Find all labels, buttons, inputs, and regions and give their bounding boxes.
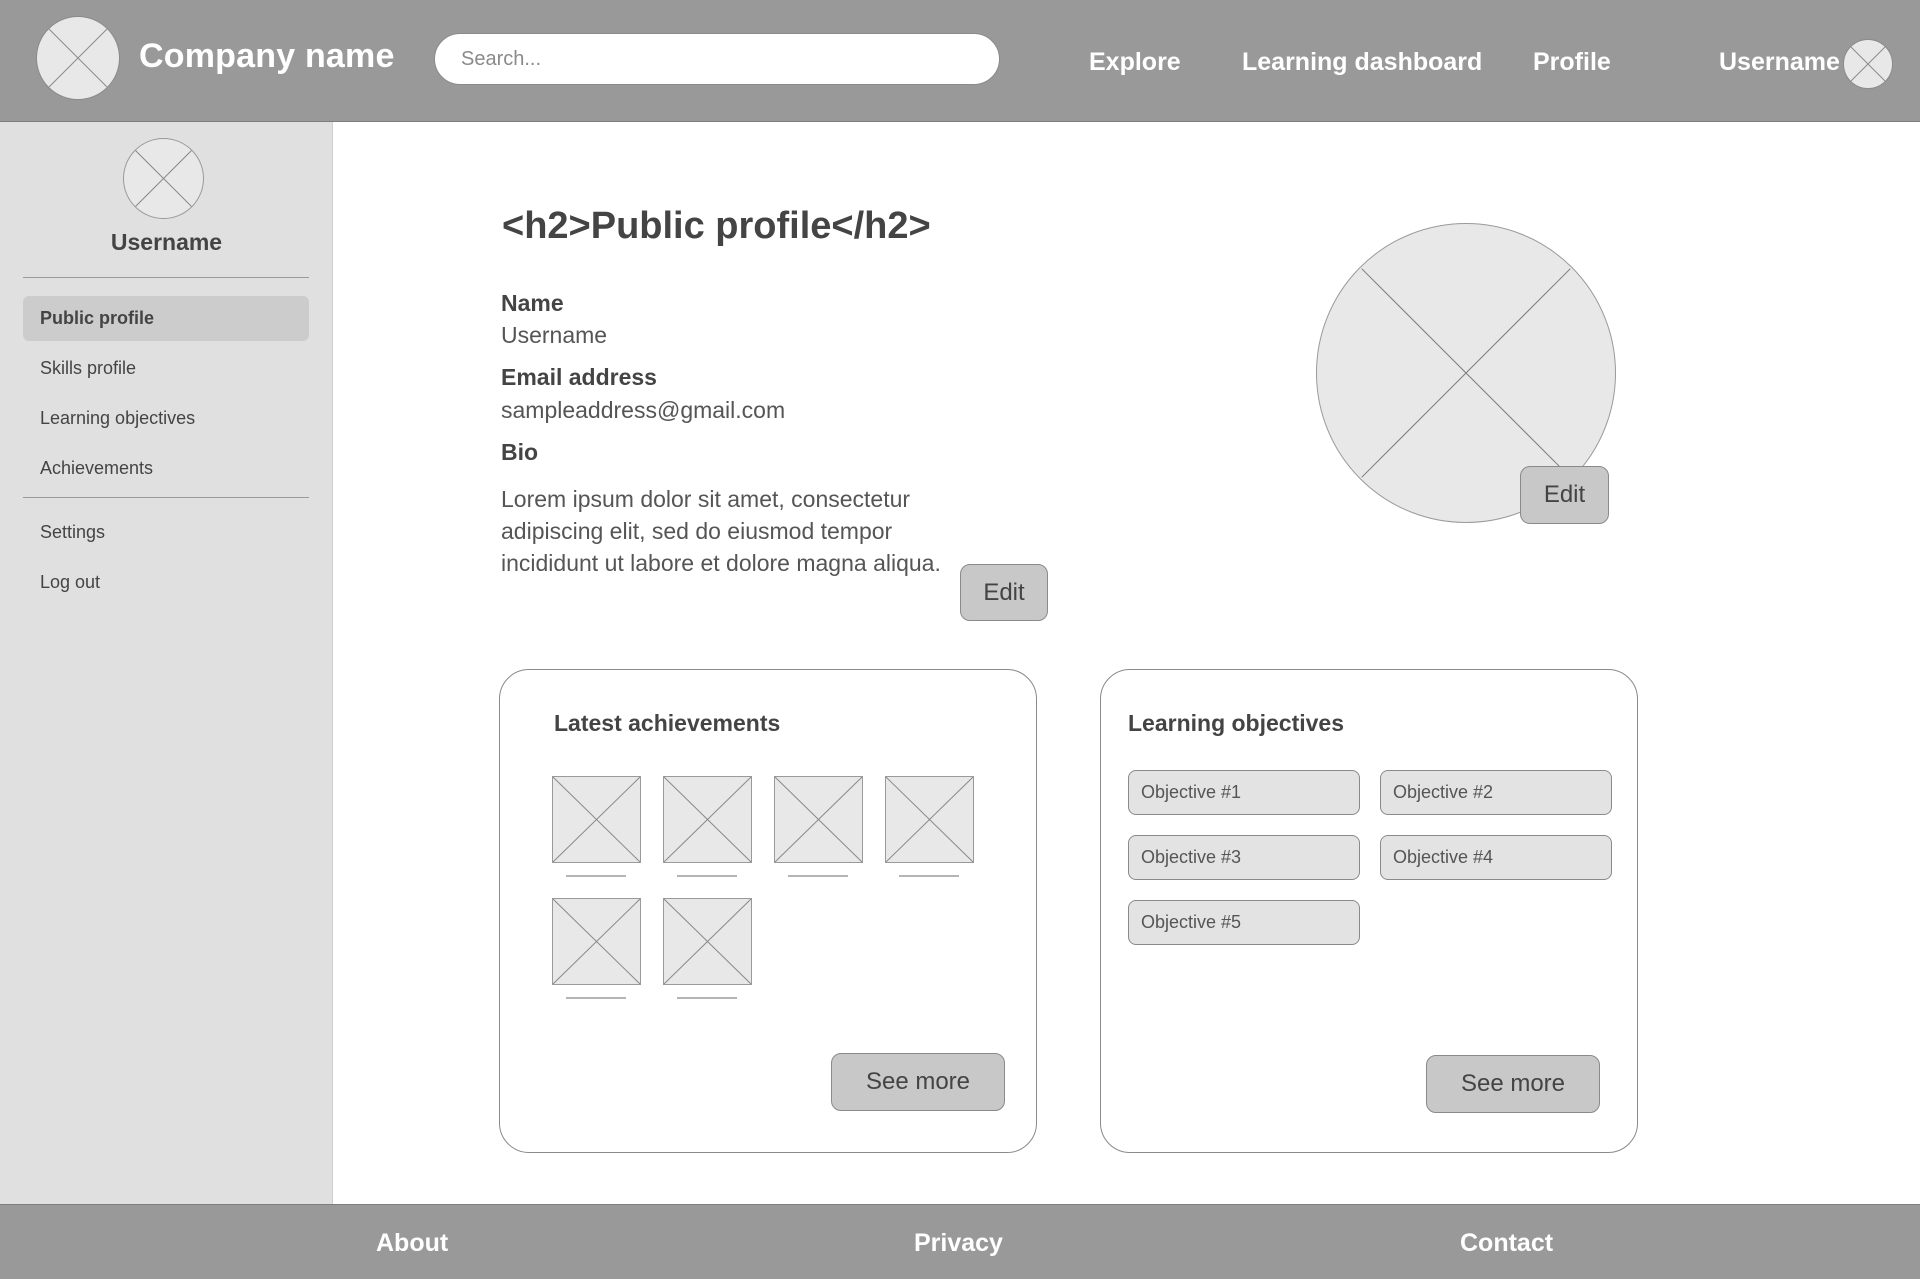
objectives-title: Learning objectives (1128, 710, 1345, 736)
achievement-caption-line (677, 875, 737, 877)
objectives-see-more-button[interactable]: See more (1426, 1055, 1600, 1113)
company-name[interactable]: Company name (139, 37, 395, 76)
sidebar-item-skills-profile[interactable]: Skills profile (23, 346, 309, 391)
achievement-badge-icon[interactable] (885, 776, 974, 863)
sidebar-divider (23, 497, 309, 498)
sidebar-username: Username (110, 229, 223, 255)
page-title: <h2>Public profile</h2> (502, 205, 931, 247)
objectives-card: Learning objectives Objective #1 Objecti… (1100, 669, 1638, 1153)
achievement-caption-line (566, 875, 626, 877)
nav-profile[interactable]: Profile (1533, 48, 1611, 77)
top-header: Company name Explore Learning dashboard … (0, 0, 1920, 122)
achievement-caption-line (899, 875, 959, 877)
objective-chip-3[interactable]: Objective #3 (1128, 835, 1360, 880)
objective-chip-1[interactable]: Objective #1 (1128, 770, 1360, 815)
sidebar-item-settings[interactable]: Settings (23, 510, 309, 555)
bio-label: Bio (501, 439, 539, 465)
sidebar-divider (23, 277, 309, 278)
sidebar-item-public-profile[interactable]: Public profile (23, 296, 309, 341)
email-label: Email address (501, 364, 657, 390)
achievements-card: Latest achievements See more (499, 669, 1037, 1153)
achievement-caption-line (566, 997, 626, 999)
edit-photo-button[interactable]: Edit (1520, 466, 1609, 524)
sidebar-item-log-out[interactable]: Log out (23, 560, 309, 605)
sidebar-item-learning-objectives[interactable]: Learning objectives (23, 396, 309, 441)
sidebar-item-achievements[interactable]: Achievements (23, 446, 309, 491)
achievement-badge-icon[interactable] (663, 898, 752, 985)
achievement-badge-icon[interactable] (552, 776, 641, 863)
achievement-badge-icon[interactable] (552, 898, 641, 985)
footer-link-about[interactable]: About (376, 1229, 448, 1258)
footer-link-contact[interactable]: Contact (1460, 1229, 1553, 1258)
achievement-caption-line (788, 875, 848, 877)
bio-text: Lorem ipsum dolor sit amet, consectetur … (501, 486, 941, 576)
achievement-badge-icon[interactable] (663, 776, 752, 863)
achievement-badge-icon[interactable] (774, 776, 863, 863)
achievement-caption-line (677, 997, 737, 999)
achievements-title: Latest achievements (554, 710, 781, 736)
sidebar-avatar[interactable] (123, 138, 204, 219)
edit-bio-button[interactable]: Edit (960, 564, 1048, 621)
name-value: Username (501, 322, 608, 348)
name-label: Name (501, 290, 564, 316)
nav-learning-dashboard[interactable]: Learning dashboard (1242, 48, 1482, 77)
achievements-see-more-button[interactable]: See more (831, 1053, 1005, 1111)
nav-explore[interactable]: Explore (1089, 48, 1181, 77)
email-value: sampleaddress@gmail.com (501, 397, 786, 423)
search-input[interactable] (434, 33, 1000, 85)
footer: About Privacy Contact (0, 1204, 1920, 1279)
objective-chip-4[interactable]: Objective #4 (1380, 835, 1612, 880)
objective-chip-2[interactable]: Objective #2 (1380, 770, 1612, 815)
objective-chip-5[interactable]: Objective #5 (1128, 900, 1360, 945)
company-logo-icon[interactable] (36, 16, 120, 100)
sidebar: Username Public profile Skills profile L… (0, 122, 333, 1204)
header-username[interactable]: Username (1719, 48, 1840, 77)
header-avatar[interactable] (1843, 39, 1893, 89)
footer-link-privacy[interactable]: Privacy (914, 1229, 1003, 1258)
